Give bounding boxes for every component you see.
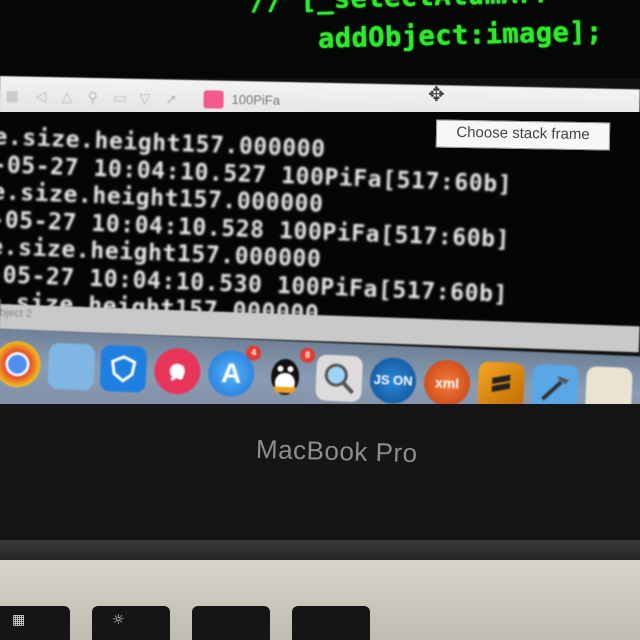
back-icon[interactable]: ◁ bbox=[35, 89, 53, 105]
chrome-icon[interactable] bbox=[0, 340, 42, 389]
filter-icon[interactable]: ▽ bbox=[139, 91, 157, 107]
badge: 4 bbox=[245, 345, 262, 361]
app-tab-icon[interactable] bbox=[203, 90, 224, 109]
badge: 8 bbox=[299, 347, 316, 364]
json-icon[interactable]: JS ON bbox=[369, 356, 418, 405]
keyboard-key bbox=[192, 606, 270, 640]
status-text: bject 2 bbox=[0, 306, 33, 321]
console-log: e.size.height157.000000 -05-27 10:04:10.… bbox=[0, 124, 514, 327]
choose-stack-frame-tooltip: Choose stack frame bbox=[435, 119, 611, 151]
keyboard-key bbox=[292, 606, 370, 640]
warning-icon[interactable]: △ bbox=[61, 89, 79, 105]
folder-icon[interactable] bbox=[47, 342, 96, 391]
move-cursor-icon: ✥ bbox=[428, 82, 445, 106]
xml-icon[interactable]: xml bbox=[423, 359, 472, 407]
search-icon[interactable]: ⚲ bbox=[87, 90, 105, 106]
code-line: // [_selectAlumArr bbox=[250, 0, 552, 17]
app-tab-label[interactable]: 100PiFa bbox=[231, 92, 280, 108]
macbook-pro-label: MacBook Pro bbox=[255, 433, 418, 469]
keyboard-key: ▦ bbox=[0, 606, 70, 640]
code-line: addObject:image]; bbox=[317, 16, 604, 55]
brightness-icon: ☼ bbox=[112, 612, 125, 628]
grid-icon[interactable]: ▦ bbox=[5, 88, 23, 104]
laptop-bezel bbox=[0, 404, 640, 549]
code-editor: // [_selectAlumArr addObject:image]; bbox=[0, 0, 640, 78]
preview-icon[interactable] bbox=[315, 354, 364, 403]
breakpoint-icon[interactable]: ➚ bbox=[165, 91, 183, 107]
itunes-icon[interactable]: ♫ bbox=[153, 347, 202, 396]
mission-control-icon: ▦ bbox=[12, 612, 26, 628]
bookmark-icon[interactable]: ▭ bbox=[113, 90, 131, 106]
qq-icon[interactable]: 8 bbox=[261, 347, 316, 400]
shield-icon[interactable] bbox=[99, 344, 148, 393]
sublime-icon[interactable] bbox=[477, 361, 525, 410]
photo-of-screen: // [_selectAlumArr addObject:image]; ▦ ◁… bbox=[0, 0, 640, 640]
app-store-icon[interactable]: A 4 bbox=[207, 345, 262, 398]
keyboard-key: ☼ bbox=[92, 606, 170, 640]
